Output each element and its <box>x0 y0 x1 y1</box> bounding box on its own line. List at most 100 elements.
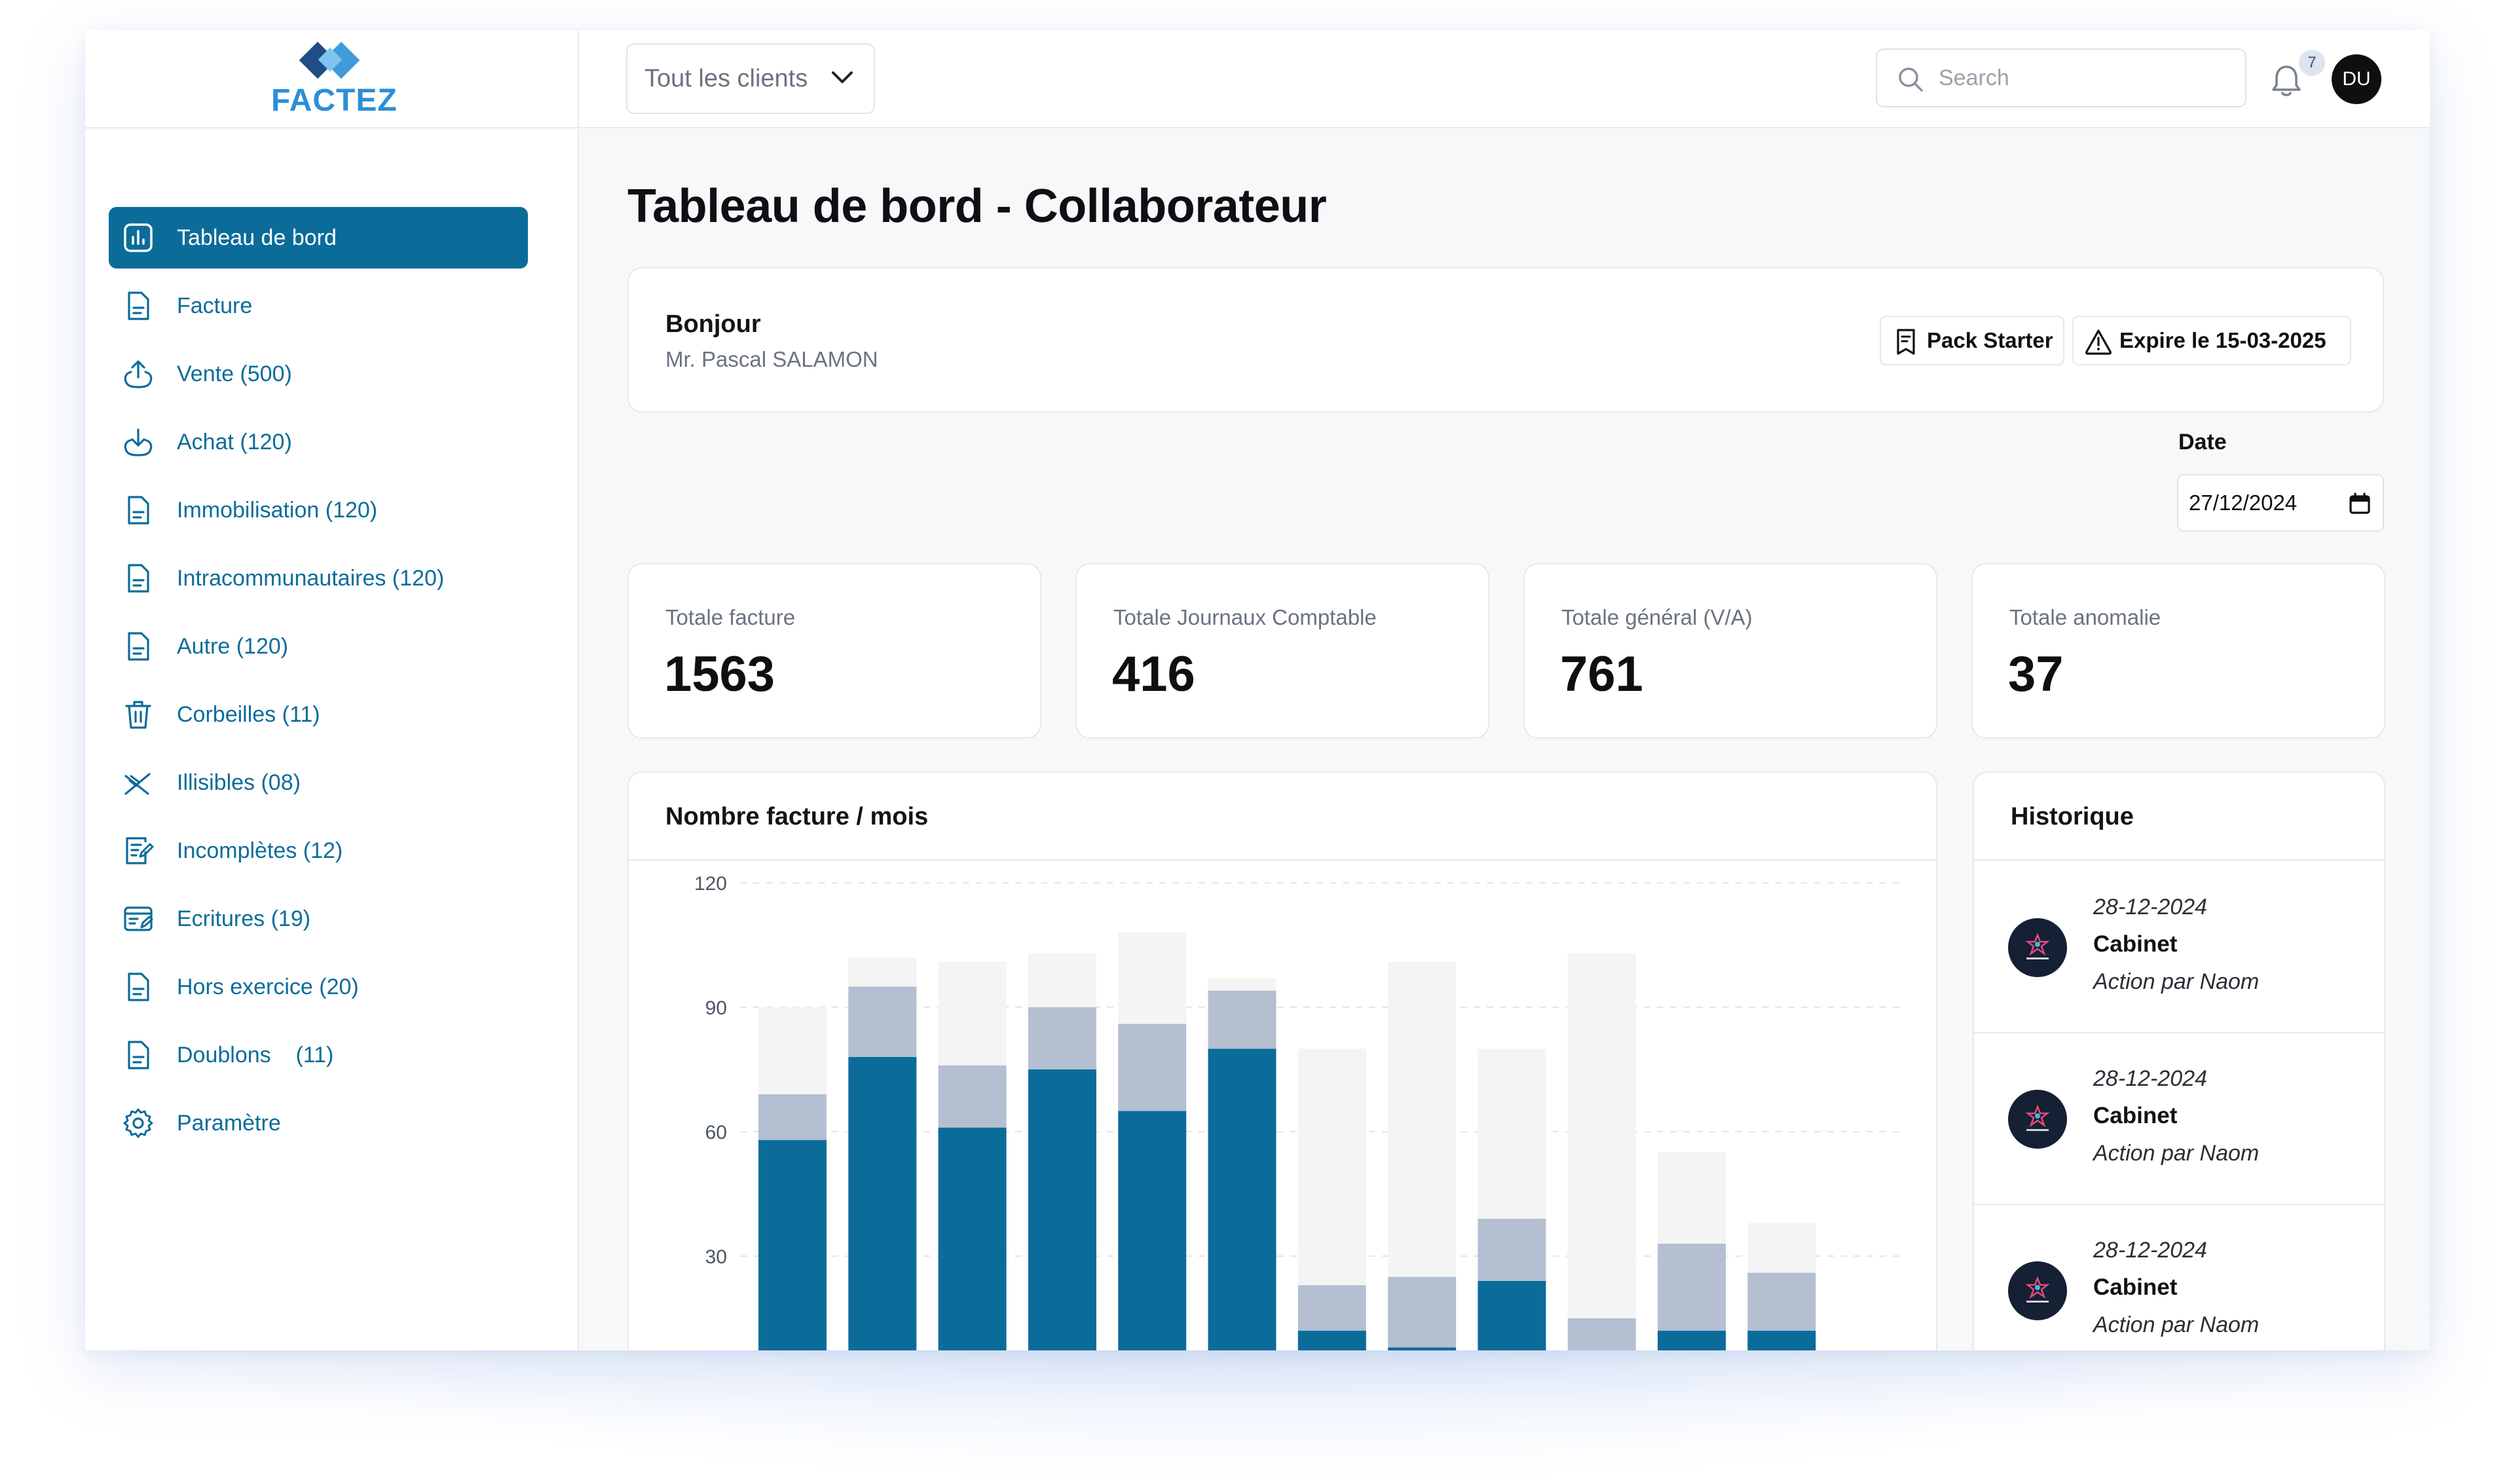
bar-segment[interactable] <box>1297 1285 1366 1331</box>
history-item[interactable]: 28-12-2024 Cabinet Action par Naom <box>1974 862 2384 1033</box>
sidebar-item-illisibles[interactable]: Illisibles (08) <box>109 752 528 813</box>
document-icon <box>128 564 149 593</box>
eye-off-icon <box>124 773 151 795</box>
sidebar-item-autre[interactable]: Autre (120) <box>109 616 528 677</box>
search-input[interactable]: Search <box>1876 48 2246 107</box>
bar-segment[interactable] <box>1118 1111 1187 1350</box>
bar-segment[interactable] <box>1658 1244 1726 1331</box>
teamwork-logo-icon <box>2008 1261 2067 1320</box>
date-value: 27/12/2024 <box>2189 491 2298 515</box>
history-action: Action par Naom <box>2093 1141 2260 1166</box>
sidebar-item-corbeilles[interactable]: Corbeilles (11) <box>109 684 528 745</box>
sidebar-item-doublons[interactable]: Doublons (11) <box>109 1024 528 1086</box>
bar-segment[interactable] <box>1567 1318 1636 1350</box>
bar-segment[interactable] <box>1208 990 1276 1049</box>
download-icon <box>124 428 153 456</box>
logo-text: FACTEZ <box>271 83 398 118</box>
search-icon <box>1899 67 1923 92</box>
dashboard-chart-icon <box>124 223 153 252</box>
factez-logo-icon <box>299 41 360 79</box>
bar-segment[interactable] <box>1658 1152 1726 1244</box>
sidebar-item-label: Corbeilles (11) <box>177 701 320 727</box>
sidebar-item-label: Paramètre <box>177 1110 281 1136</box>
bar-segment[interactable] <box>1028 1069 1096 1350</box>
sidebar-item-tableau-de-bord[interactable]: Tableau de bord <box>109 207 528 269</box>
sidebar-item-label: Incomplètes (12) <box>177 838 343 863</box>
bar-segment[interactable] <box>758 1007 827 1094</box>
bar-chart: 120 90 60 30 <box>694 873 1899 1350</box>
bar-segment[interactable] <box>1388 1276 1457 1348</box>
bell-icon[interactable] <box>2270 63 2303 98</box>
bar-segment[interactable] <box>1208 978 1276 991</box>
calendar-icon[interactable] <box>2349 492 2371 515</box>
document-icon <box>128 291 149 320</box>
sidebar-item-vente[interactable]: Vente (500) <box>109 343 528 405</box>
bar-segment[interactable] <box>1478 1048 1546 1219</box>
greeting-text: Bonjour <box>665 310 761 338</box>
chart-card: Nombre facture / mois 120 90 60 30 <box>627 771 1937 1350</box>
bar-segment[interactable] <box>1208 1048 1276 1350</box>
bar-segment[interactable] <box>848 1057 917 1350</box>
bar-segment[interactable] <box>1297 1048 1366 1286</box>
stat-card-facture: Totale facture 1563 <box>627 563 1041 739</box>
greeting-card: Bonjour Mr. Pascal SALAMON Pack Starter … <box>627 267 2384 413</box>
stat-card-journaux: Totale Journaux Comptable 416 <box>1075 563 1489 739</box>
sidebar-item-hors-exercice[interactable]: Hors exercice (20) <box>109 956 528 1018</box>
client-select[interactable]: Tout les clients <box>626 43 875 114</box>
history-item[interactable]: 28-12-2024 Cabinet Action par Naom <box>1974 1033 2384 1205</box>
bar-segment[interactable] <box>938 1127 1007 1350</box>
search-placeholder: Search <box>1939 65 2009 90</box>
bar-segment[interactable] <box>1478 1281 1546 1350</box>
expiry-badge[interactable]: Expire le 15-03-2025 <box>2072 316 2351 365</box>
history-title: Historique <box>2011 803 2134 830</box>
gear-icon <box>123 1108 153 1138</box>
history-action: Action par Naom <box>2093 1312 2260 1337</box>
stat-label: Totale facture <box>665 605 796 629</box>
bar-segment[interactable] <box>1388 1347 1457 1350</box>
bar-segment[interactable] <box>938 961 1007 1066</box>
date-input[interactable]: 27/12/2024 <box>2177 474 2384 532</box>
sidebar-item-parametre[interactable]: Paramètre <box>109 1092 528 1154</box>
top-bar: FACTEZ Tout les clients Search 7 DU <box>85 30 2430 128</box>
ledger-icon <box>124 906 153 931</box>
pack-badge[interactable]: Pack Starter <box>1880 316 2064 365</box>
app-window: FACTEZ Tout les clients Search 7 DU Tabl… <box>85 30 2430 1350</box>
bar-segment[interactable] <box>1028 953 1096 1007</box>
sidebar-item-incompletes[interactable]: Incomplètes (12) <box>109 820 528 881</box>
bar-segment[interactable] <box>1747 1223 1816 1273</box>
stat-card-general: Totale général (V/A) 761 <box>1523 563 1937 739</box>
bar-segment[interactable] <box>1118 1024 1187 1111</box>
sidebar-item-facture[interactable]: Facture <box>109 275 528 337</box>
bar-segment[interactable] <box>1028 1007 1096 1069</box>
bar-segment[interactable] <box>1388 961 1457 1277</box>
teamwork-logo-icon <box>2008 1090 2067 1149</box>
bar-segment[interactable] <box>938 1065 1007 1128</box>
bar-segment[interactable] <box>848 957 917 987</box>
sidebar-item-label: Illisibles (08) <box>177 770 301 795</box>
sidebar-item-immobilisation[interactable]: Immobilisation (120) <box>109 479 528 541</box>
bar-segment[interactable] <box>1747 1272 1816 1331</box>
bar-segment[interactable] <box>1747 1331 1816 1350</box>
logo-area: FACTEZ <box>85 30 579 128</box>
sidebar-item-intracommunautaires[interactable]: Intracommunautaires (120) <box>109 547 528 609</box>
sidebar-item-ecritures[interactable]: Ecritures (19) <box>109 888 528 950</box>
bar-segment[interactable] <box>1118 933 1187 1024</box>
sidebar-item-achat[interactable]: Achat (120) <box>109 411 528 473</box>
bar-segment[interactable] <box>758 1094 827 1140</box>
history-item[interactable]: 28-12-2024 Cabinet Action par Naom <box>1974 1205 2384 1350</box>
bar-segment[interactable] <box>1297 1331 1366 1350</box>
bar-segment[interactable] <box>1658 1331 1726 1350</box>
stat-card-anomalie: Totale anomalie 37 <box>1971 563 2385 739</box>
bar-segment[interactable] <box>848 986 917 1057</box>
sidebar-item-label: Ecritures (19) <box>177 906 311 931</box>
sidebar-item-label: Tableau de bord <box>177 225 337 250</box>
user-avatar[interactable]: DU <box>2332 54 2381 104</box>
upload-icon <box>124 360 153 388</box>
bar-segment[interactable] <box>1478 1219 1546 1281</box>
history-date: 28-12-2024 <box>2093 1066 2207 1091</box>
date-label: Date <box>2178 430 2227 454</box>
document-icon <box>128 973 149 1001</box>
bar-segment[interactable] <box>758 1140 827 1350</box>
bar-segment[interactable] <box>1567 953 1636 1318</box>
y-tick-label: 90 <box>705 997 727 1019</box>
